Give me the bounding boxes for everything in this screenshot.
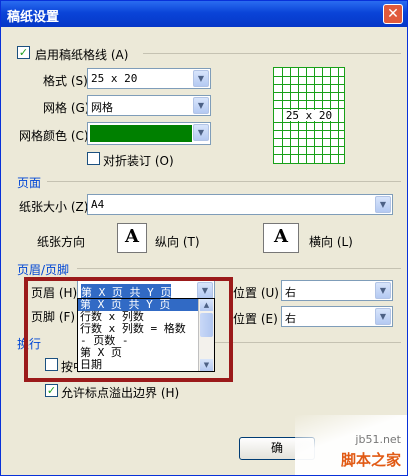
grid-color-label: 网格颜色 (C) [19, 129, 89, 143]
dropdown-scrollbar[interactable]: ▲ ▼ [198, 299, 214, 371]
watermark-brand: 脚本之家 [340, 451, 401, 469]
header-position-label: 位置 (U) [233, 286, 279, 300]
footer-position-select[interactable]: 右 ▼ [281, 306, 393, 327]
scroll-down-icon[interactable]: ▼ [200, 359, 213, 371]
chevron-down-icon[interactable]: ▼ [375, 282, 391, 299]
chevron-down-icon[interactable]: ▼ [375, 308, 391, 325]
chevron-down-icon[interactable]: ▼ [375, 196, 391, 213]
grid-preview: 25 x 20 [273, 67, 345, 164]
header-position-select[interactable]: 右 ▼ [281, 280, 393, 301]
page-setup-dialog: 稿纸设置 ✕ ✓ 启用稿纸格线 (A) 格式 (S) 25 x 20 ▼ 网格 … [0, 0, 408, 476]
dropdown-items: 第 X 页 共 Y 页行数 x 列数 行数 x 列数 = 格数 - 页数 -第 X … [78, 299, 214, 371]
portrait-page-icon: A [125, 226, 139, 247]
watermark-site: jb51.net [355, 433, 401, 446]
chevron-down-icon[interactable]: ▼ [193, 70, 209, 87]
section-separator [143, 53, 401, 54]
header-position-value: 右 [285, 286, 296, 299]
allow-punctuation-label: 允许标点溢出边界 (H) [61, 386, 180, 400]
enable-grid-checkbox[interactable]: ✓ [17, 46, 30, 59]
portrait-button[interactable]: A [117, 223, 147, 253]
landscape-button[interactable]: A [263, 223, 299, 253]
page-section-title: 页面 [17, 176, 42, 190]
wrap-section-title: 换行 [17, 337, 42, 351]
format-label: 格式 (S) [43, 74, 88, 88]
allow-punctuation-checkbox[interactable]: ✓ [45, 384, 58, 397]
chevron-down-icon[interactable]: ▼ [197, 282, 213, 299]
section-separator [77, 268, 401, 269]
site-watermark: jb51.net 脚本之家 [295, 415, 407, 475]
grid-select[interactable]: 网格 ▼ [87, 95, 211, 116]
header-dropdown-list: 第 X 页 共 Y 页行数 x 列数 行数 x 列数 = 格数 - 页数 -第 X … [77, 298, 215, 372]
format-select[interactable]: 25 x 20 ▼ [87, 68, 211, 89]
title-bar: 稿纸设置 ✕ [1, 1, 407, 27]
footer-position-value: 右 [285, 312, 296, 325]
fold-label: 对折装订 (O) [103, 154, 174, 168]
header-label: 页眉 (H) [31, 286, 78, 300]
scroll-up-icon[interactable]: ▲ [200, 299, 213, 311]
chevron-down-icon[interactable]: ▼ [193, 97, 209, 114]
grid-preview-text: 25 x 20 [285, 109, 333, 122]
portrait-label: 纵向 (T) [155, 235, 200, 249]
header-footer-section-title: 页眉/页脚 [17, 263, 70, 277]
footer-label: 页脚 (F) [31, 310, 76, 324]
paper-size-select[interactable]: A4 ▼ [87, 194, 393, 215]
dropdown-option[interactable]: 日期 [78, 359, 214, 371]
section-separator [47, 181, 401, 182]
grid-color-select[interactable]: ▼ [87, 122, 211, 145]
scroll-thumb[interactable] [200, 313, 213, 337]
close-button[interactable]: ✕ [383, 4, 403, 24]
fold-checkbox[interactable] [87, 152, 100, 165]
paper-size-value: A4 [91, 198, 105, 211]
landscape-page-icon: A [274, 226, 288, 247]
enable-grid-label: 启用稿纸格线 (A) [35, 48, 129, 62]
grid-label: 网格 (G) [43, 101, 90, 115]
grid-value: 网格 [91, 101, 113, 114]
chevron-down-icon[interactable]: ▼ [193, 124, 209, 141]
wrap-option-checkbox[interactable] [45, 358, 58, 371]
landscape-label: 横向 (L) [309, 235, 353, 249]
paper-size-label: 纸张大小 (Z) [19, 200, 89, 214]
section-separator [215, 342, 401, 343]
orientation-label: 纸张方向 [37, 235, 86, 249]
window-title: 稿纸设置 [7, 10, 60, 25]
grid-color-swatch [90, 125, 192, 142]
format-value: 25 x 20 [91, 72, 138, 85]
footer-position-label: 位置 (E) [233, 312, 278, 326]
